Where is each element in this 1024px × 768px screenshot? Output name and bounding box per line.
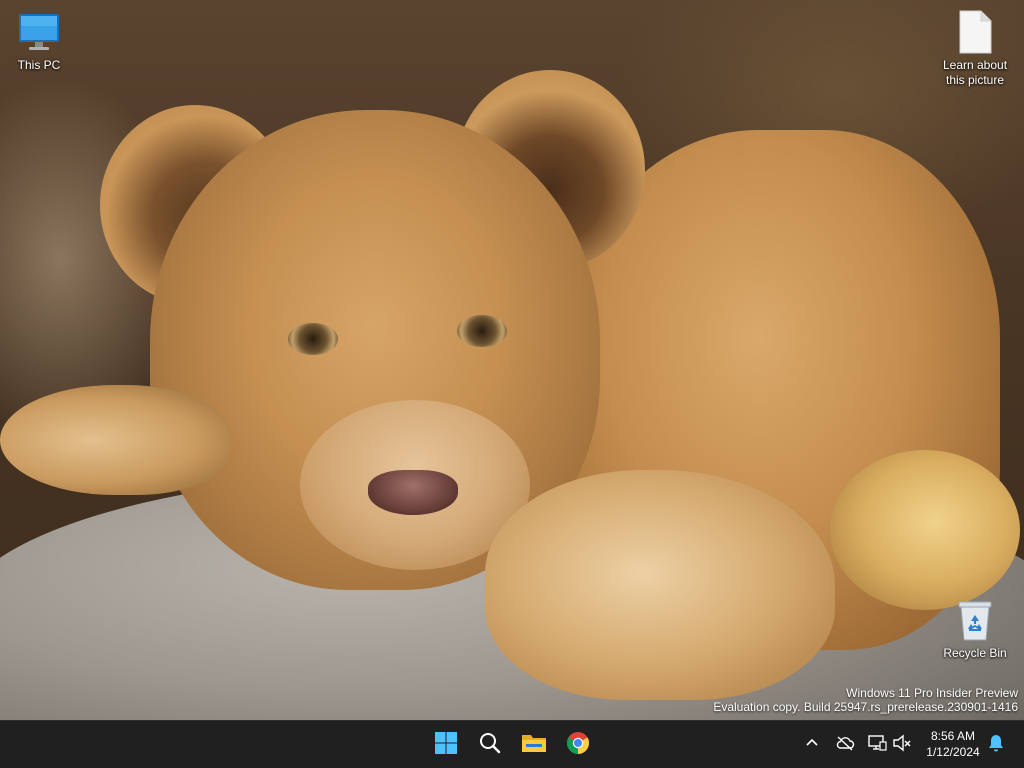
clock-date: 1/12/2024 — [926, 745, 980, 759]
volume-tray-button[interactable] — [890, 733, 914, 757]
desktop-wallpaper — [0, 0, 1024, 720]
notification-bell-icon — [988, 734, 1004, 757]
network-tray-button[interactable] — [865, 733, 889, 757]
desktop-icon-learn-about-picture[interactable]: Learn about this picture — [935, 8, 1015, 88]
desktop-icon-recycle-bin[interactable]: Recycle Bin — [938, 596, 1012, 661]
wallpaper-lion-paw-right — [485, 470, 835, 700]
windows-start-icon — [434, 731, 458, 760]
chevron-up-icon — [805, 736, 819, 755]
clock-time: 8:56 AM — [930, 729, 976, 743]
network-icon — [867, 734, 887, 757]
taskbar: 8:56 AM 1/12/2024 — [0, 720, 1024, 768]
wallpaper-lion-nose — [368, 470, 458, 515]
search-button[interactable] — [470, 725, 510, 765]
chrome-button[interactable] — [558, 725, 598, 765]
desktop-icon-this-pc[interactable]: This PC — [4, 8, 74, 73]
document-icon — [951, 8, 999, 56]
folder-icon — [521, 732, 547, 759]
monitor-icon — [15, 8, 63, 56]
search-icon — [478, 731, 502, 760]
watermark-edition: Windows 11 Pro Insider Preview — [846, 686, 1018, 700]
notification-center-button[interactable] — [984, 733, 1008, 757]
onedrive-tray-button[interactable] — [833, 733, 857, 757]
chrome-icon — [566, 731, 590, 760]
desktop-icon-label-line2: this picture — [945, 73, 1005, 87]
volume-muted-icon — [892, 734, 912, 757]
cloud-offline-icon — [835, 735, 855, 756]
show-hidden-icons-button[interactable] — [800, 733, 824, 757]
recycle-bin-icon — [951, 596, 999, 644]
wallpaper-lion-eye-left — [288, 323, 338, 355]
wallpaper-lion-paw-left — [0, 385, 230, 495]
desktop-icon-label: This PC — [17, 58, 61, 72]
windows-evaluation-watermark: Windows 11 Pro Insider Preview Evaluatio… — [713, 686, 1018, 714]
start-button[interactable] — [426, 725, 466, 765]
wallpaper-lion-hind-paw — [830, 450, 1020, 610]
desktop-icon-label: Recycle Bin — [943, 646, 1007, 660]
watermark-build: Evaluation copy. Build 25947.rs_prerelea… — [713, 700, 1018, 714]
wallpaper-lion-eye-right — [457, 315, 507, 347]
file-explorer-button[interactable] — [514, 725, 554, 765]
taskbar-clock[interactable]: 8:56 AM 1/12/2024 — [920, 728, 986, 760]
desktop-icon-label-line1: Learn about — [942, 58, 1008, 72]
